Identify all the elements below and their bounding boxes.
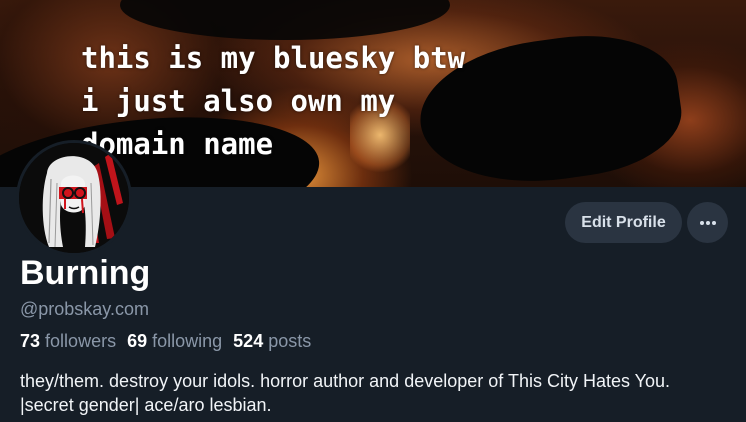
followers-link[interactable]: 73 followers: [20, 331, 116, 351]
followers-label: followers: [45, 331, 117, 351]
followers-count: 73: [20, 331, 41, 351]
profile-stats: 73 followers 69 following 524 posts: [20, 330, 311, 352]
following-link[interactable]: 69 following: [127, 331, 222, 351]
banner-shadow: [120, 0, 450, 40]
posts-count: 524: [233, 331, 264, 351]
profile-handle: @probskay.com: [20, 299, 149, 319]
ellipsis-icon: [699, 220, 716, 225]
following-count: 69: [127, 331, 148, 351]
following-label: following: [152, 331, 223, 351]
profile-bio: they/them. destroy your idols. horror au…: [20, 371, 671, 415]
more-options-button[interactable]: [687, 202, 728, 243]
avatar[interactable]: [16, 140, 132, 256]
avatar-illustration: [19, 143, 129, 253]
edit-profile-button[interactable]: Edit Profile: [565, 202, 682, 243]
display-name: Burning: [20, 254, 151, 292]
banner-caption: this is my bluesky btw i just also own m…: [81, 41, 466, 161]
posts-label: posts: [268, 331, 312, 351]
posts-stat: 524 posts: [233, 331, 311, 351]
